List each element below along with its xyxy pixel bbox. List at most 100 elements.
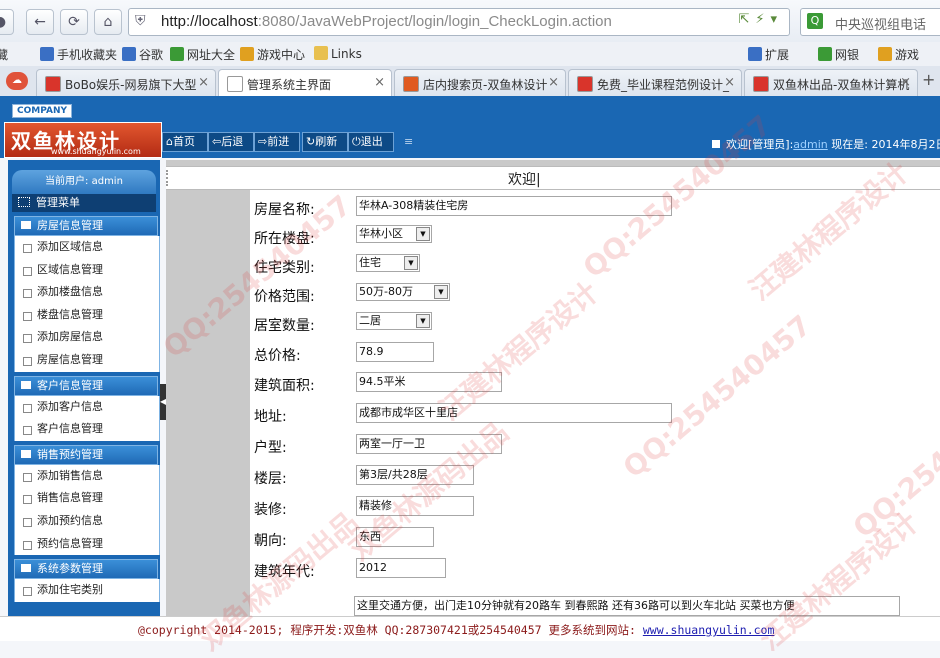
cloud-icon[interactable]: ☁ [6,72,28,90]
field-select[interactable]: 华林小区 ▼ [356,225,432,243]
favorite-item[interactable]: 手机收藏夹 [40,46,117,63]
favorite-icon [314,46,328,60]
form-row: 楼层: 第3层/共28层 [250,463,940,491]
browser-tab[interactable]: BoBo娱乐-网易旗下大型 × [36,69,216,97]
description-textarea[interactable]: 这里交通方便，出门走10分钟就有20路车 到春熙路 还有36路可以到火车北站 买… [354,596,900,616]
form-row: 总价格: 78.9 [250,340,940,368]
favorite-item[interactable]: 游戏 [878,46,919,63]
forward-button[interactable]: ⇨前进 [254,132,300,152]
browser-tab[interactable]: 免费_毕业课程范例设计_ × [568,69,742,97]
footer-link[interactable]: www.shuangyulin.com [643,623,775,637]
sidebar-menu-item-label: 预约信息管理 [37,536,103,550]
field-value: 住宅 [359,256,381,269]
favorite-item[interactable]: 网银 [818,46,859,63]
sidebar-menu-item-label: 客户信息管理 [37,422,103,436]
field-input[interactable]: 成都市成华区十里店 [356,403,672,423]
page-icon [23,334,32,344]
field-value: 华林小区 [359,227,403,240]
close-tab-icon[interactable]: × [548,75,559,90]
form-row: 朝向: 东西 [250,525,940,553]
chevron-down-icon[interactable]: ▼ [434,285,448,299]
back-icon[interactable]: ← [26,9,54,35]
chevron-down-icon[interactable]: ▼ [404,256,418,270]
favorite-icon [122,47,136,61]
field-input[interactable]: 两室一厅一卫 [356,434,502,454]
close-tab-icon[interactable]: × [374,75,385,90]
favorite-item[interactable]: Links [314,46,362,61]
form-row: 户型: 两室一厅一卫 [250,432,940,460]
favorite-item[interactable]: 网址大全 [170,46,235,63]
chevron-down-icon[interactable]: ▼ [416,314,430,328]
menu-title-label: 管理菜单 [36,196,80,209]
form-row: 住宅类别: 住宅 ▼ [250,252,940,280]
sidebar-menu-item[interactable]: 区域信息管理 [15,259,159,282]
main-panel: 欢迎| 房屋名称: 华林A-308精装住宅房 所在楼盘: 华林小区 ▼ 住宅类别: 住宅 ▼ 价… [166,160,940,616]
sidebar-menu-item[interactable]: 添加预约信息 [15,510,159,533]
field-label: 装修: [254,502,287,518]
browser-tab[interactable]: 双鱼林出品-双鱼林计算机 × [744,69,918,97]
field-select[interactable]: 50万-80万 ▼ [356,283,450,301]
sidebar-menu-item[interactable]: 房屋信息管理 [15,349,159,372]
favorite-item[interactable]: 谷歌 [122,46,163,63]
tab-label: BoBo娱乐-网易旗下大型 [65,78,197,92]
welcome-user-link[interactable]: admin [793,138,827,151]
forward-button-label: 前进 [267,135,290,148]
menu-group-title: 系统参数管理 [37,562,103,576]
close-tab-icon[interactable]: × [900,75,911,90]
field-input[interactable]: 94.5平米 [356,372,502,392]
address-tools-icons[interactable]: ⇱⚡▾ [738,12,783,27]
page-icon [23,266,32,276]
sidebar-menu-item[interactable]: 添加客户信息 [15,396,159,419]
menu-group-header[interactable]: 客户信息管理 [14,375,158,396]
favorite-label: 游戏中心 [257,48,306,62]
form-row: 价格范围: 50万-80万 ▼ [250,281,940,309]
menu-title: 管理菜单 [12,194,156,212]
sidebar-menu-item[interactable]: 添加房屋信息 [15,326,159,349]
search-input[interactable]: 中央巡视组电话 [835,14,926,33]
back-button[interactable]: ⇦后退 [208,132,254,152]
menu-group-header[interactable]: 系统参数管理 [14,559,158,580]
home-icon[interactable]: ⌂ [94,9,122,35]
chevron-down-icon[interactable]: ▼ [416,227,430,241]
sidebar-menu-item[interactable]: 楼盘信息管理 [15,304,159,327]
close-tab-icon[interactable]: × [198,75,209,90]
exit-button[interactable]: ⏻退出 [348,132,394,152]
search-box[interactable]: Q 中央巡视组电话 [800,8,940,36]
tab-favicon [227,76,243,92]
sidebar-menu-item[interactable]: 客户信息管理 [15,418,159,441]
menu-group-header[interactable]: 房屋信息管理 [14,216,158,236]
refresh-button[interactable]: ↻刷新 [302,132,348,152]
sidebar-menu-item[interactable]: 销售信息管理 [15,487,159,510]
field-label: 居室数量: [254,318,315,334]
browser-tab[interactable]: 店内搜索页-双鱼林设计 × [394,69,566,97]
sidebar-menu-item[interactable]: 添加楼盘信息 [15,281,159,304]
home-button[interactable]: ⌂首页 [162,132,208,152]
address-url[interactable]: http://localhost:8080/JavaWebProject/log… [161,13,612,30]
field-input[interactable]: 东西 [356,527,434,547]
field-select[interactable]: 二居 ▼ [356,312,432,330]
field-input[interactable]: 华林A-308精装住宅房 [356,196,672,216]
field-select[interactable]: 住宅 ▼ [356,254,420,272]
new-tab-icon[interactable]: + [922,70,935,89]
sidebar-menu-item[interactable]: 添加销售信息 [15,465,159,488]
address-bar[interactable]: ⛨ http://localhost:8080/JavaWebProject/l… [128,8,790,36]
menu-group-header[interactable]: 销售预约管理 [14,444,158,465]
field-input[interactable]: 78.9 [356,342,434,362]
field-input[interactable]: 2012 [356,558,446,578]
favorite-item[interactable]: 扩展 [748,46,789,63]
page-icon [23,540,32,550]
browser-tab[interactable]: 管理系统主界面 × [218,69,392,97]
field-input[interactable]: 精装修 [356,496,474,516]
sidebar-menu-item[interactable]: 添加区域信息 [15,236,159,259]
favorite-item[interactable]: 游戏中心 [240,46,305,63]
close-tab-icon[interactable]: × [724,75,735,90]
favorite-item[interactable]: 藏 [0,46,8,63]
sidebar-menu-item[interactable]: 预约信息管理 [15,533,159,556]
search-engine-icon[interactable]: Q [807,13,823,29]
sidebar-menu-item[interactable]: 添加住宅类别 [15,579,159,602]
field-input[interactable]: 第3层/共28层 [356,465,474,485]
menu-group-title: 销售预约管理 [37,447,103,461]
tab-favicon [577,76,593,92]
refresh-button-label: 刷新 [315,135,338,148]
refresh-icon[interactable]: ⟳ [60,9,88,35]
